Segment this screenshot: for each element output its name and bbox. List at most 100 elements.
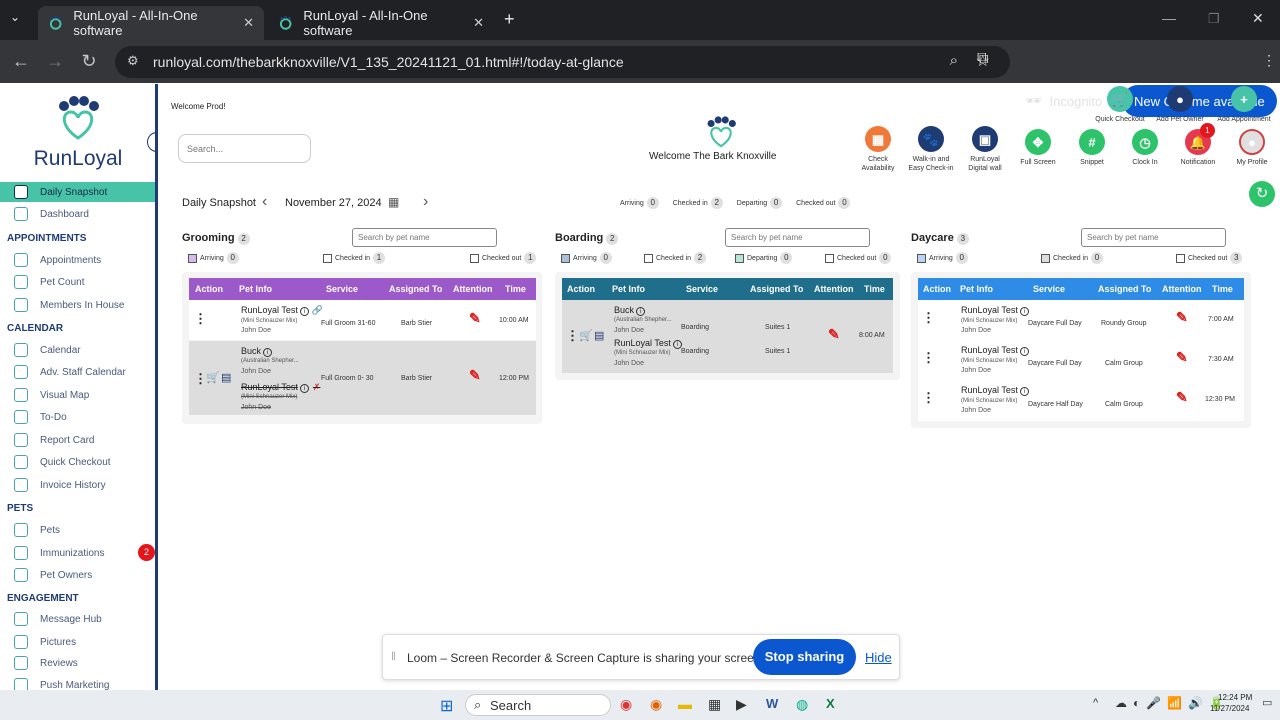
- windows-start-icon[interactable]: ⊞: [440, 696, 453, 716]
- sidebar-item-immunizations[interactable]: Immunizations 2: [0, 543, 155, 563]
- tab-list-chevron-icon[interactable]: ⌄: [10, 10, 20, 24]
- file-explorer-icon[interactable]: ▬: [678, 696, 692, 712]
- notification-button[interactable]: 🔔 Notification 1: [1173, 123, 1223, 167]
- grooming-search-input[interactable]: Search by pet name: [352, 228, 497, 247]
- quick-checkout-button[interactable]: 🛒 Quick Checkout: [1088, 86, 1152, 124]
- checkbox[interactable]: [561, 253, 570, 263]
- excel-icon[interactable]: X: [826, 696, 835, 711]
- boarding-search-input[interactable]: Search by pet name: [725, 228, 870, 247]
- sidebar-item-members-in-house[interactable]: Members In House: [0, 295, 155, 315]
- sidebar-item-appointments[interactable]: Appointments: [0, 250, 155, 270]
- sidebar-item-dashboard[interactable]: Dashboard: [0, 204, 155, 224]
- close-tab-icon[interactable]: ✕: [243, 15, 254, 31]
- sidebar-item-daily-snapshot[interactable]: Daily Snapshot: [0, 182, 155, 202]
- table-row[interactable]: ⋮ 🛒 ▤ Buck i (Australian Shepher... John …: [189, 341, 536, 415]
- snapshot-date[interactable]: November 27, 2024: [285, 197, 382, 209]
- refresh-icon[interactable]: ↻: [1249, 181, 1275, 207]
- info-icon[interactable]: i: [1019, 347, 1029, 356]
- clock-in-button[interactable]: ◷ Clock In: [1120, 129, 1170, 167]
- grooming-filter-checked-in[interactable]: Checked in 1: [323, 252, 386, 264]
- checkbox[interactable]: [323, 253, 332, 263]
- info-icon[interactable]: i: [636, 307, 646, 316]
- zoom-icon[interactable]: ⌕: [950, 52, 958, 69]
- boarding-filter-checked-out[interactable]: Checked out 0: [825, 252, 892, 264]
- sidebar-item-push-marketing[interactable]: Push Marketing: [0, 675, 155, 690]
- extensions-icon[interactable]: ⧉: [977, 50, 988, 68]
- restore-window-icon[interactable]: ❐: [1208, 11, 1220, 27]
- sidebar-item-visual-map[interactable]: Visual Map: [0, 385, 155, 405]
- browser-tab-2[interactable]: RunLoyal - All-In-One software ✕: [268, 6, 494, 40]
- checkbox[interactable]: [470, 253, 479, 263]
- daycare-filter-checked-in[interactable]: Checked in 0: [1041, 252, 1104, 264]
- checkbox[interactable]: [735, 253, 744, 263]
- date-picker-icon[interactable]: ▦: [388, 195, 399, 209]
- stop-sharing-button[interactable]: Stop sharing: [753, 639, 856, 675]
- table-row[interactable]: ⋮ 🛒 ▤ Buck i (Australian Shepher... John …: [562, 300, 893, 373]
- row-actions-icon[interactable]: ⋮: [922, 310, 935, 326]
- check-availability-button[interactable]: ▦ Check Availability: [853, 126, 903, 173]
- daycare-filter-arriving[interactable]: Arriving 0: [917, 252, 968, 264]
- grooming-filter-checked-out[interactable]: Checked out 1: [470, 252, 537, 264]
- checkbox[interactable]: [1176, 253, 1185, 263]
- word-icon[interactable]: W: [766, 696, 778, 711]
- row-actions-icon[interactable]: ⋮: [922, 390, 935, 406]
- checkbox[interactable]: [825, 253, 834, 263]
- table-row[interactable]: ⋮ RunLoyal Test i (Mini Schnauzer Mix) Jo…: [918, 340, 1244, 380]
- add-appointment-button[interactable]: + Add Appointment: [1211, 86, 1277, 124]
- row-actions-icon[interactable]: ⋮: [194, 311, 207, 327]
- global-search-input[interactable]: Search...: [178, 134, 311, 163]
- sidebar-item-reviews[interactable]: Reviews: [0, 653, 155, 673]
- taskbar-date[interactable]: 11/27/2024: [1210, 704, 1249, 713]
- checkbox[interactable]: [644, 253, 653, 263]
- browser-icon[interactable]: ◍: [796, 696, 808, 713]
- info-icon[interactable]: i: [299, 307, 309, 316]
- sidebar-item-message-hub[interactable]: Message Hub: [0, 609, 155, 629]
- checkbox[interactable]: [188, 253, 197, 263]
- back-icon[interactable]: ←: [4, 51, 38, 72]
- daycare-search-input[interactable]: Search by pet name: [1081, 228, 1226, 247]
- address-bar[interactable]: ⚙ runloyal.com/thebarkknoxville/V1_135_2…: [115, 46, 1010, 78]
- collapse-sidebar-button[interactable]: ‹: [147, 132, 155, 152]
- hide-link[interactable]: Hide: [865, 650, 892, 665]
- sidebar-item-pets[interactable]: Pets: [0, 520, 155, 540]
- next-day-icon[interactable]: ›: [423, 193, 428, 211]
- table-row[interactable]: ⋮ RunLoyal Test i (Mini Schnauzer Mix) Jo…: [918, 300, 1244, 340]
- info-icon[interactable]: i: [299, 384, 309, 393]
- new-tab-plus-icon[interactable]: +: [504, 9, 515, 30]
- firefox-taskbar-icon[interactable]: ◉: [650, 696, 662, 713]
- tray-chevron-icon[interactable]: ^: [1093, 697, 1098, 709]
- forward-icon[interactable]: →: [38, 51, 72, 72]
- sidebar-item-calendar[interactable]: Calendar: [0, 340, 155, 360]
- browser-tab-1[interactable]: RunLoyal - All-In-One software ✕: [38, 6, 264, 40]
- sidebar-item-invoice-history[interactable]: Invoice History: [0, 475, 155, 495]
- boarding-filter-arriving[interactable]: Arriving 0: [561, 252, 612, 264]
- taskbar-search[interactable]: ⌕ Search: [465, 694, 611, 716]
- drag-handle-icon[interactable]: ‖: [391, 649, 396, 663]
- calculator-icon[interactable]: ▦: [708, 696, 721, 713]
- chrome-taskbar-icon[interactable]: ◉: [620, 696, 632, 713]
- info-icon[interactable]: i: [1019, 307, 1029, 316]
- checkbox[interactable]: [1041, 253, 1050, 263]
- previous-day-icon[interactable]: ‹: [262, 193, 267, 211]
- row-actions-icon[interactable]: ⋮: [566, 328, 579, 344]
- boarding-filter-checked-in[interactable]: Checked in 2: [644, 252, 707, 264]
- add-pet-owner-button[interactable]: ● Add Pet Owner: [1150, 86, 1210, 124]
- notification-center-icon[interactable]: ▭: [1262, 696, 1272, 709]
- daycare-filter-checked-out[interactable]: Checked out 3: [1176, 252, 1243, 264]
- checkbox[interactable]: [917, 253, 926, 263]
- sidebar-item-pictures[interactable]: Pictures: [0, 632, 155, 652]
- close-window-icon[interactable]: ✕: [1252, 10, 1264, 27]
- walk-in-check-in-button[interactable]: 🐾 Walk-in and Easy Check-in: [904, 126, 958, 173]
- grooming-filter-arriving[interactable]: Arriving 0: [188, 252, 239, 264]
- reload-icon[interactable]: ↻: [72, 51, 106, 72]
- info-icon[interactable]: i: [263, 348, 273, 357]
- full-screen-button[interactable]: ✥ Full Screen: [1013, 129, 1063, 167]
- close-tab-icon[interactable]: ✕: [473, 15, 484, 31]
- taskbar-time[interactable]: 12:24 PM: [1218, 693, 1252, 702]
- minimize-window-icon[interactable]: —: [1162, 10, 1176, 26]
- table-row[interactable]: ⋮ RunLoyal Test i (Mini Schnauzer Mix) Jo…: [918, 380, 1244, 421]
- chrome-menu-icon[interactable]: ⋮: [1262, 52, 1276, 69]
- row-actions-icon[interactable]: ⋮: [922, 350, 935, 366]
- sidebar-item-to-do[interactable]: To-Do: [0, 407, 155, 427]
- sidebar-item-pet-owners[interactable]: Pet Owners: [0, 565, 155, 585]
